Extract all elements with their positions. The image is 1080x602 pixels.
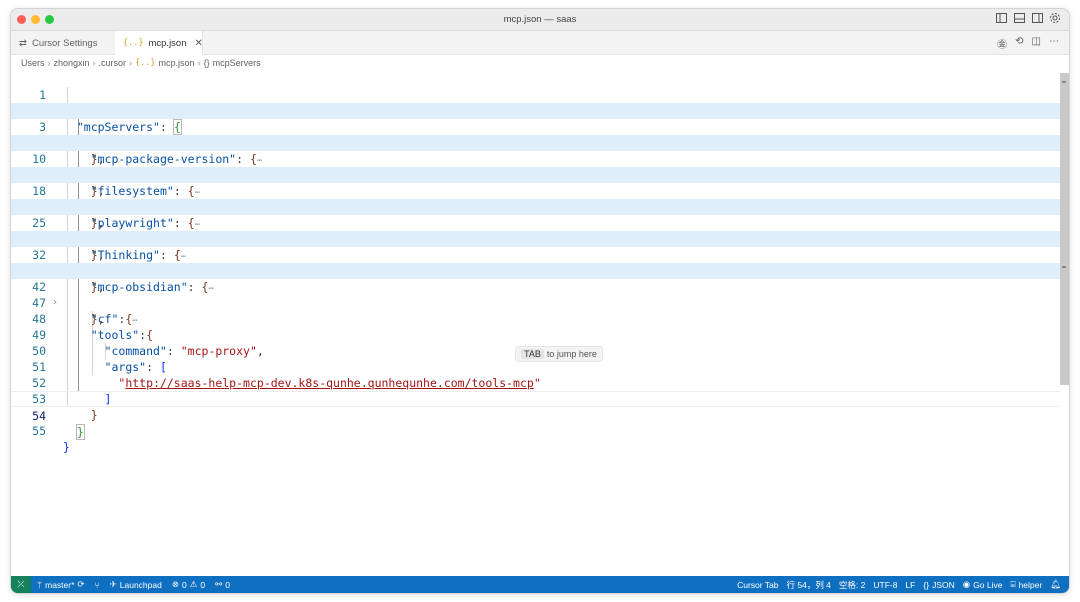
ports-icon: ⚯	[215, 579, 223, 589]
status-bar: ⤫ ᛘ master* ⟳ ⑂ ✈ Launchpad ⊗ 0 ⚠ 0 ⚯ 0	[11, 576, 1069, 593]
settings-icon: ⇄	[19, 37, 27, 49]
helper-button[interactable]: ⌸ helper	[1010, 579, 1042, 590]
indentation-status[interactable]: 空格: 2	[839, 579, 865, 591]
cursor-tab-status[interactable]: Cursor Tab	[737, 580, 778, 590]
error-icon: ⊗	[171, 579, 179, 589]
code-line: 24 },	[32, 200, 105, 230]
gear-icon[interactable]	[1049, 12, 1061, 24]
sync-icon: ⟳	[77, 579, 85, 589]
breadcrumb-item[interactable]: Users	[21, 58, 45, 68]
git-graph-icon: ⑂	[94, 579, 100, 590]
tab-label: mcp.json	[148, 37, 187, 49]
code-line-folded: 18 › "playwright": {⋯	[11, 167, 1061, 230]
code-line: 2 "mcpServers": {	[39, 104, 182, 135]
eol-status[interactable]: LF	[905, 580, 915, 590]
more-icon[interactable]: ⋯	[1049, 36, 1059, 51]
code-editor[interactable]: 1 { 2 "mcpServers": { 3 › "mcp-package-v…	[11, 71, 1061, 577]
branch-indicator[interactable]: ᛘ master* ⟳	[37, 579, 85, 590]
chevron-right-icon: ›	[129, 58, 133, 68]
problems-indicator[interactable]: ⊗ 0 ⚠ 0	[172, 579, 205, 590]
breadcrumb-item[interactable]: .cursor	[99, 58, 127, 68]
editor-window: mcp.json — saas ⇄ Cursor Settings {..} m…	[10, 8, 1070, 594]
scrollbar-thumb[interactable]	[1060, 73, 1069, 385]
overview-marker	[1062, 81, 1066, 83]
code-line: 9 },	[39, 136, 105, 166]
title-bar: mcp.json — saas	[11, 9, 1069, 31]
hint-key: TAB	[521, 349, 544, 359]
code-line: 17 },	[32, 168, 105, 198]
object-icon: {}	[203, 58, 210, 68]
remote-indicator[interactable]: ⤫	[11, 576, 31, 593]
toggle-sidebar-icon[interactable]	[995, 12, 1007, 24]
git-graph-button[interactable]: ⑂	[95, 580, 100, 590]
breadcrumb-item[interactable]: mcp.json	[159, 58, 195, 68]
code-line: 55 }	[32, 424, 70, 454]
launchpad-button[interactable]: ✈ Launchpad	[110, 579, 162, 590]
helper-icon: ⌸	[1010, 579, 1016, 589]
go-live-button[interactable]: ◉ Go Live	[963, 579, 1003, 590]
code-line: 49 "command": "mcp-proxy",	[32, 328, 264, 358]
launchpad-icon: ✈	[109, 579, 117, 589]
json-icon: {..}	[123, 38, 144, 48]
close-icon[interactable]: ✕	[195, 38, 203, 49]
code-line-folded: 42 › "cf":{⋯	[11, 263, 1061, 326]
chevron-right-icon: ›	[47, 58, 51, 68]
chevron-right-icon: ›	[92, 58, 96, 68]
tab-mcp-json[interactable]: {..} mcp.json ✕	[115, 31, 203, 55]
code-line: 48 "tools":{	[32, 312, 154, 342]
broadcast-icon: ◉	[962, 579, 971, 589]
language-mode[interactable]: {} JSON	[923, 580, 954, 590]
split-editor-icon[interactable]: ◫	[1032, 36, 1041, 51]
breadcrumb: Users › zhongxin › .cursor › {..} mcp.js…	[11, 55, 1069, 71]
code-line: 50 "args": [	[32, 344, 167, 374]
breadcrumb-item[interactable]: zhongxin	[54, 58, 90, 68]
tab-label: Cursor Settings	[31, 37, 98, 49]
jump-hint: TAB to jump here	[515, 346, 603, 362]
code-line-folded: 32 › "mcp-obsidian": {⋯	[11, 231, 1061, 294]
warning-icon: ⚠	[189, 579, 198, 589]
window-title: mcp.json — saas	[503, 14, 577, 25]
chevron-right-icon: ›	[197, 58, 201, 68]
tab-cursor-settings[interactable]: ⇄ Cursor Settings	[11, 31, 115, 55]
code-line: 53 }	[32, 392, 98, 422]
remote-icon: ⤫	[17, 579, 25, 589]
code-line: 47 },	[32, 296, 105, 326]
breadcrumb-item[interactable]: mcpServers	[213, 58, 261, 68]
cursor-position[interactable]: 行 54，列 4	[787, 579, 831, 591]
bell-icon[interactable]: 🔔︎	[1050, 579, 1061, 590]
code-line: 31 },	[32, 232, 105, 262]
overview-marker	[1062, 266, 1066, 268]
code-line: 1 {	[39, 88, 70, 118]
history-icon[interactable]: ⟲	[1015, 36, 1023, 51]
code-line-current: 54 }	[11, 391, 1061, 440]
copilot-icon[interactable]: ㊎	[997, 36, 1007, 51]
vertical-scrollbar[interactable]	[1059, 71, 1069, 577]
ports-indicator[interactable]: ⚯ 0	[215, 579, 230, 590]
editor-actions: ㊎ ⟲ ◫ ⋯	[997, 36, 1059, 51]
layout-controls	[995, 12, 1061, 24]
hint-text: to jump here	[546, 349, 597, 359]
toggle-panel-icon[interactable]	[1013, 12, 1025, 24]
encoding-status[interactable]: UTF-8	[873, 580, 897, 590]
code-line-folded: 10 › "filesystem": {⋯	[11, 135, 1061, 198]
json-icon: {..}	[135, 58, 156, 68]
code-line-folded: 25 › "Thinking": {⋯	[11, 199, 1061, 262]
git-branch-icon: ᛘ	[37, 579, 43, 590]
toggle-secondary-sidebar-icon[interactable]	[1031, 12, 1043, 24]
code-line-folded: 3 › "mcp-package-version": {⋯	[11, 103, 1061, 166]
braces-icon: {}	[923, 579, 930, 590]
code-line: 41 },	[32, 264, 105, 294]
tab-bar: ⇄ Cursor Settings {..} mcp.json ✕ ㊎ ⟲ ◫ …	[11, 31, 1069, 55]
